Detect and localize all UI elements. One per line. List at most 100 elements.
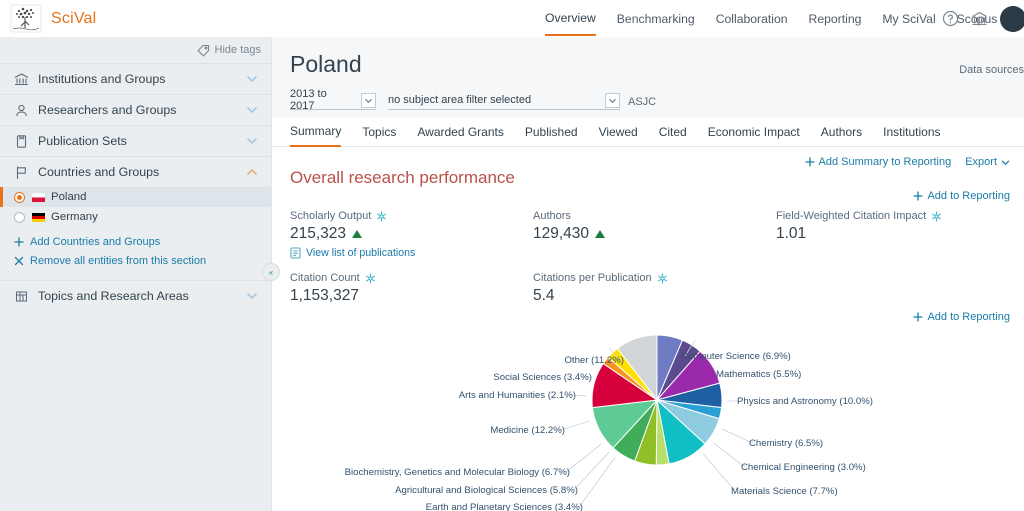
entity-germany[interactable]: Germany <box>0 207 271 227</box>
sidebar-item-topics-and-research-areas[interactable]: Topics and Research Areas <box>0 280 271 311</box>
pie-slice-label: Other (11.2%) <box>564 355 624 366</box>
metric-value-citations-per-publication: 5.4 <box>533 287 776 305</box>
chevron-down-icon[interactable] <box>245 72 259 86</box>
sidebar-item-publication-sets[interactable]: Publication Sets <box>0 125 271 156</box>
remove-all-entities-link[interactable]: Remove all entities from this section <box>0 251 271 270</box>
chevron-down-icon <box>1001 160 1010 165</box>
brand[interactable]: SciVal <box>0 4 96 34</box>
institution-icon[interactable] <box>971 10 988 27</box>
metric-flake-icon[interactable] <box>931 210 942 222</box>
help-icon[interactable] <box>942 10 959 27</box>
metric-flake-icon[interactable] <box>376 210 387 222</box>
chevron-down-icon[interactable] <box>245 134 259 148</box>
chevron-down-icon[interactable] <box>245 103 259 117</box>
sidebar-item-institutions-and-groups[interactable]: Institutions and Groups <box>0 63 271 94</box>
metric-label-text: Scholarly Output <box>290 210 372 222</box>
hide-tags-button[interactable]: Hide tags <box>0 37 271 63</box>
chart-actions-row: Add to Reporting <box>272 305 1024 323</box>
flag-germany-icon <box>32 212 45 222</box>
pie-leader-line <box>573 451 610 491</box>
subject-area-caret[interactable] <box>605 92 620 108</box>
radio-poland[interactable] <box>14 191 25 203</box>
tab-published[interactable]: Published <box>525 117 578 147</box>
sidebar-item-researchers-and-groups[interactable]: Researchers and Groups <box>0 94 271 125</box>
metric-authors: Authors 129,430 <box>533 210 776 259</box>
person-icon <box>16 104 27 116</box>
metric-label-scholarly-output: Scholarly Output <box>290 210 533 222</box>
add-summary-to-reporting-button[interactable]: Add Summary to Reporting <box>804 156 952 168</box>
header-icon-group <box>942 0 1024 37</box>
export-label: Export <box>965 156 997 168</box>
year-range-filter[interactable]: 2013 to 2017 <box>290 88 376 112</box>
metric-flake-icon[interactable] <box>365 272 376 284</box>
metric-value-text: 215,323 <box>290 225 347 242</box>
sidebar-collapse-button[interactable]: « <box>262 263 280 281</box>
metric-label-citation-count: Citation Count <box>290 272 533 284</box>
trend-up-icon <box>352 230 363 238</box>
add-to-reporting-row: Add to Reporting <box>272 188 1024 202</box>
entity-poland[interactable]: Poland <box>0 187 271 207</box>
brand-name: SciVal <box>51 9 97 27</box>
sidebar-label-institutions: Institutions and Groups <box>38 72 166 86</box>
subject-area-value: no subject area filter selected <box>388 94 532 106</box>
sidebar-label-countries: Countries and Groups <box>38 165 160 179</box>
add-countries-and-groups-link[interactable]: Add Countries and Groups <box>0 232 271 251</box>
tab-awarded-grants[interactable]: Awarded Grants <box>417 117 504 147</box>
close-icon <box>14 256 24 265</box>
tab-topics[interactable]: Topics <box>362 117 396 147</box>
radio-germany[interactable] <box>14 211 25 223</box>
tab-summary[interactable]: Summary <box>290 117 342 147</box>
add-to-reporting-button-metrics[interactable]: Add to Reporting <box>913 190 1010 202</box>
view-publications-link[interactable]: View list of publications <box>290 247 533 259</box>
metric-value-authors: 129,430 <box>533 225 776 243</box>
year-range-value: 2013 to 2017 <box>290 88 327 112</box>
tab-institutions[interactable]: Institutions <box>883 117 940 147</box>
pie-leader-line <box>560 420 590 431</box>
chevron-down-icon <box>609 98 616 103</box>
trend-up-icon <box>595 230 606 238</box>
pie-chart-svg: Computer Science (6.9%) Mathematics (5.5%… <box>345 334 873 511</box>
summary-actions: Add Summary to Reporting Export <box>272 147 1024 168</box>
nav-item-collaboration[interactable]: Collaboration <box>716 2 788 35</box>
chevron-down-icon[interactable] <box>245 289 259 303</box>
metric-citations-per-publication: Citations per Publication 5.4 <box>533 272 776 305</box>
tab-economic-impact[interactable]: Economic Impact <box>708 117 800 147</box>
pie-slice-label: Mathematics (5.5%) <box>716 369 801 380</box>
flag-icon <box>16 165 26 179</box>
metric-value-text: 129,430 <box>533 225 590 242</box>
sidebar-item-countries-and-groups[interactable]: Countries and Groups <box>0 156 271 187</box>
add-summary-label: Add Summary to Reporting <box>818 156 952 168</box>
subject-area-filter[interactable]: no subject area filter selected <box>388 91 620 110</box>
nav-item-overview[interactable]: Overview <box>545 1 596 36</box>
pie-slice-label: Computer Science (6.9%) <box>681 351 791 362</box>
tag-icon <box>196 44 209 57</box>
add-to-reporting-button-chart[interactable]: Add to Reporting <box>913 311 1010 323</box>
plus-icon <box>913 312 924 322</box>
pie-slice-label: Chemistry (6.5%) <box>749 438 823 449</box>
data-sources-link[interactable]: Data sources <box>959 64 1024 76</box>
metric-label-citations-per-publication: Citations per Publication <box>533 272 776 284</box>
entity-label-poland: Poland <box>51 191 87 203</box>
sidebar: Hide tags Institutions and Groups Resear… <box>0 37 280 511</box>
nav-item-my-scival[interactable]: My SciVal <box>882 2 935 35</box>
subject-area-pie-chart: Computer Science (6.9%) Mathematics (5.5%… <box>272 323 1024 511</box>
pie-slice-label: Arts and Humanities (2.1%) <box>459 390 576 401</box>
metric-flake-icon[interactable] <box>657 272 668 284</box>
nav-item-reporting[interactable]: Reporting <box>809 2 862 35</box>
document-icon <box>16 134 27 148</box>
tab-cited[interactable]: Cited <box>659 117 687 147</box>
tab-authors[interactable]: Authors <box>821 117 862 147</box>
scival-overview-page: SciVal Overview Benchmarking Collaborati… <box>0 0 1024 511</box>
metric-label-fwci: Field-Weighted Citation Impact <box>776 210 1019 222</box>
pie-slice-label: Social Sciences (3.4%) <box>493 372 592 383</box>
chevron-up-icon[interactable] <box>245 165 259 179</box>
plus-icon <box>804 157 815 167</box>
tab-viewed[interactable]: Viewed <box>599 117 638 147</box>
avatar[interactable] <box>1000 5 1024 32</box>
nav-item-benchmarking[interactable]: Benchmarking <box>617 2 695 35</box>
metric-label-authors: Authors <box>533 210 776 222</box>
pie-slice-label: Materials Science (7.7%) <box>731 486 838 497</box>
year-range-caret[interactable] <box>361 92 376 108</box>
plus-icon <box>14 236 24 247</box>
export-button[interactable]: Export <box>965 156 1010 168</box>
